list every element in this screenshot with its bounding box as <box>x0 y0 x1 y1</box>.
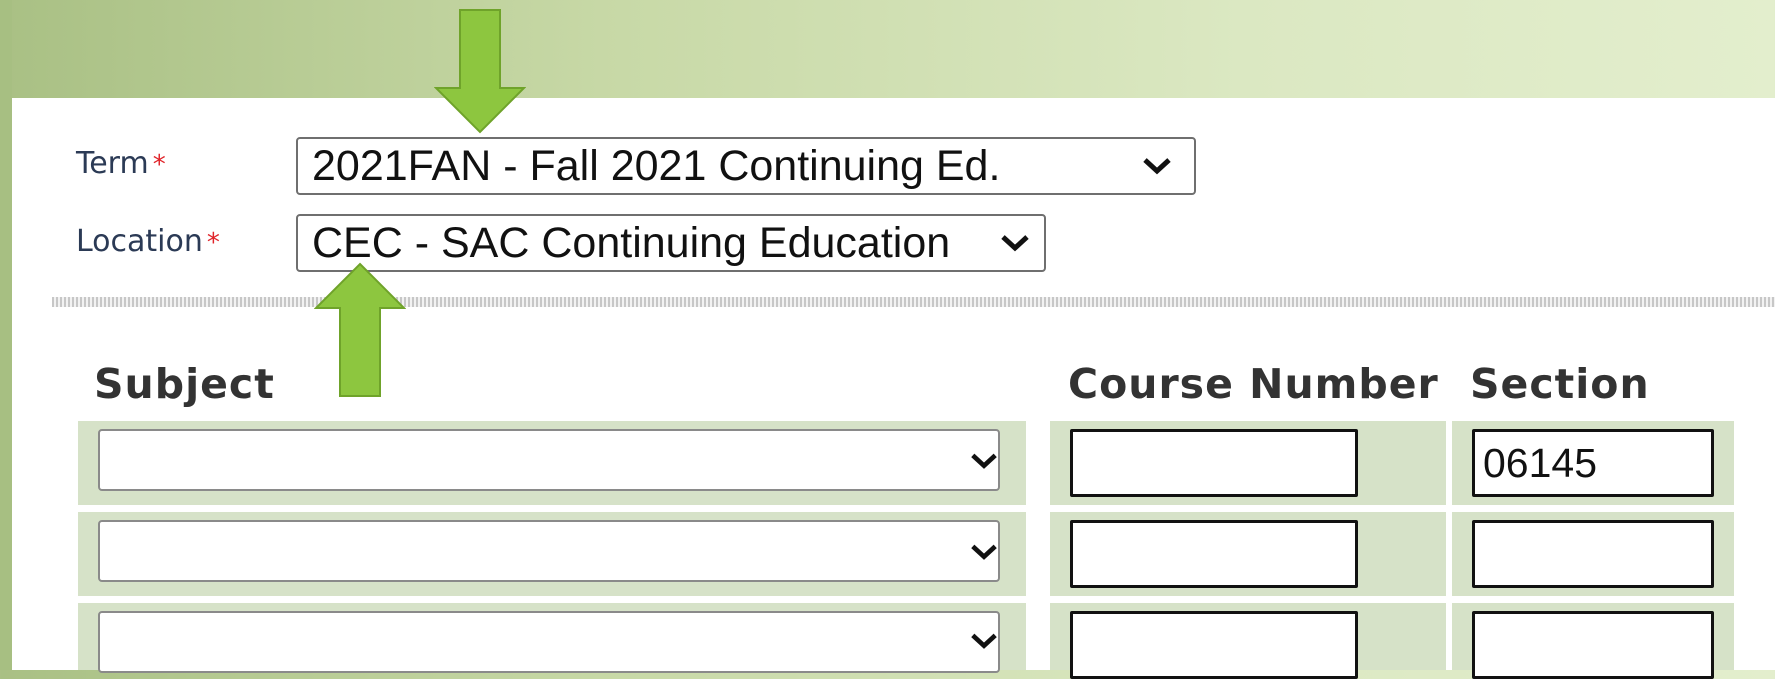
term-label: Term * <box>76 146 166 181</box>
location-selected-value: CEC - SAC Continuing Education <box>312 218 951 267</box>
section-input-row-1[interactable]: 06145 <box>1472 429 1714 497</box>
subject-cell-row-2 <box>78 512 1026 596</box>
up-arrow-icon <box>314 262 406 397</box>
subject-header: Subject <box>94 360 275 408</box>
location-label-text: Location <box>76 224 203 259</box>
section-header: Section <box>1470 360 1650 408</box>
subject-cell-row-1 <box>78 421 1026 505</box>
course-number-input-row-2[interactable] <box>1070 520 1358 588</box>
course-number-input-row-3[interactable] <box>1070 611 1358 679</box>
down-arrow-icon <box>434 9 526 134</box>
chevron-down-icon <box>971 453 997 469</box>
course-number-header: Course Number <box>1068 360 1439 408</box>
background-gradient <box>0 0 12 670</box>
subject-select-row-1[interactable] <box>98 429 1000 491</box>
subject-select-row-2[interactable] <box>98 520 1000 582</box>
chevron-down-icon <box>1001 235 1029 252</box>
section-divider <box>52 297 1775 307</box>
subject-cell-row-3 <box>78 603 1026 673</box>
chevron-down-icon <box>971 633 997 649</box>
term-selected-value: 2021FAN - Fall 2021 Continuing Ed. <box>312 141 1001 190</box>
course-number-cell-row-3 <box>1050 603 1446 679</box>
location-label: Location * <box>76 224 220 259</box>
section-cell-row-1: 06145 <box>1452 421 1734 505</box>
course-number-cell-row-2 <box>1050 512 1446 596</box>
location-select[interactable]: CEC - SAC Continuing Education <box>296 214 1046 272</box>
subject-select-row-3[interactable] <box>98 611 1000 673</box>
chevron-down-icon <box>1143 158 1171 175</box>
section-input-row-3[interactable] <box>1472 611 1714 679</box>
section-cell-row-2 <box>1452 512 1734 596</box>
section-cell-row-3 <box>1452 603 1734 679</box>
term-label-text: Term <box>76 146 149 181</box>
course-number-cell-row-1 <box>1050 421 1446 505</box>
course-number-input-row-1[interactable] <box>1070 429 1358 497</box>
term-select[interactable]: 2021FAN - Fall 2021 Continuing Ed. <box>296 137 1196 195</box>
section-input-row-2[interactable] <box>1472 520 1714 588</box>
chevron-down-icon <box>971 544 997 560</box>
required-marker: * <box>152 150 166 180</box>
required-marker: * <box>206 228 220 258</box>
